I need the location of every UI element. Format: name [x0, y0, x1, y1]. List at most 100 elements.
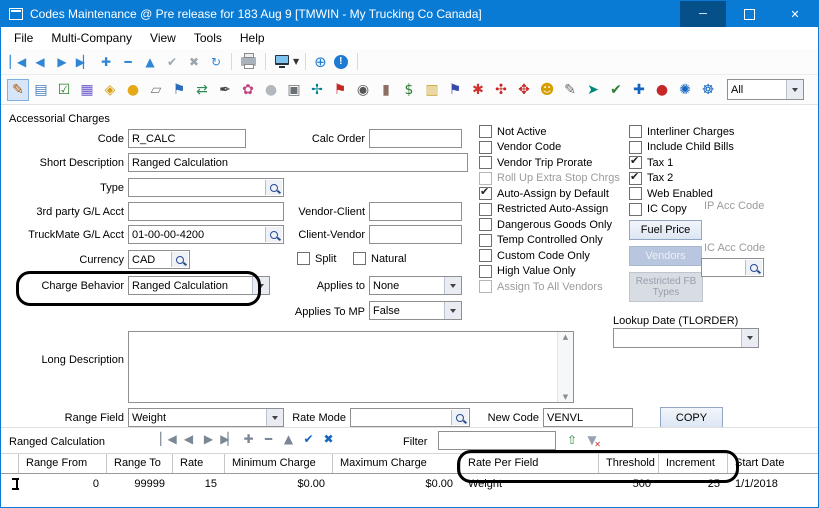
workstation-icon[interactable] — [275, 55, 289, 65]
grid-column-range-to[interactable]: Range To — [107, 454, 173, 473]
detail-last-icon[interactable]: ▶▏ — [218, 430, 237, 448]
copy-button[interactable]: COPY — [660, 407, 723, 428]
cell-increment[interactable]: 25 — [659, 478, 728, 490]
third-party-gl-input[interactable] — [129, 203, 283, 220]
cell-start-date[interactable]: 1/1/2018 — [728, 478, 819, 490]
maximize-button[interactable] — [726, 1, 772, 27]
barrel-icon[interactable]: ▮ — [375, 79, 397, 101]
plug-icon[interactable]: ✢ — [306, 79, 328, 101]
fan-icon[interactable]: ✺ — [674, 79, 696, 101]
calc-order-input[interactable] — [370, 130, 461, 147]
filter-apply-icon[interactable]: ⇧ — [563, 431, 581, 449]
cell-rate[interactable]: 15 — [173, 478, 225, 490]
codes-edit-icon[interactable]: ✎ — [7, 79, 29, 101]
currency-lookup-button[interactable] — [171, 252, 188, 267]
charge-behavior-select[interactable]: Ranged Calculation — [128, 276, 270, 295]
nav-next-icon[interactable]: ▶ — [51, 52, 71, 72]
scrollbar[interactable]: ▲ ▼ — [557, 332, 573, 402]
type-lookup-button[interactable] — [265, 180, 282, 195]
checkbox-tax-1[interactable]: Tax 1 — [629, 156, 734, 169]
range-field-select[interactable]: Weight — [128, 408, 284, 427]
calc-order-field[interactable] — [369, 129, 462, 148]
coin-icon[interactable]: ● — [122, 79, 144, 101]
chevron-down-icon[interactable] — [741, 329, 758, 347]
scroll-down-icon[interactable]: ▼ — [563, 393, 568, 401]
rate-mode-field[interactable] — [350, 408, 470, 427]
flag-red-icon[interactable]: ⚑ — [329, 79, 351, 101]
flag-navy-icon[interactable]: ⚑ — [444, 79, 466, 101]
flag-blue-icon[interactable]: ⚑ — [168, 79, 190, 101]
checkbox-temp-controlled-only[interactable]: Temp Controlled Only — [479, 234, 620, 247]
scroll-up-icon[interactable]: ▲ — [563, 333, 568, 341]
chevron-down-icon[interactable] — [266, 409, 283, 426]
chevron-down-icon[interactable] — [444, 277, 461, 294]
grid-column-rate[interactable]: Rate — [173, 454, 225, 473]
approve-icon[interactable]: ✔ — [605, 79, 627, 101]
chevron-down-icon[interactable] — [444, 302, 461, 319]
type-input[interactable] — [129, 179, 283, 196]
money-icon[interactable]: ▥ — [421, 79, 443, 101]
truckmate-gl-input[interactable] — [129, 226, 283, 243]
vendors-button[interactable]: Vendors — [629, 246, 702, 266]
checkbox-natural[interactable]: Natural — [353, 252, 406, 265]
checkbox-high-value-only[interactable]: High Value Only — [479, 265, 620, 278]
nav-prior-icon[interactable]: ◀ — [29, 52, 49, 72]
checkbox-include-child-bills[interactable]: Include Child Bills — [629, 141, 734, 154]
type-field[interactable] — [128, 178, 284, 197]
camera-icon[interactable]: ◉ — [352, 79, 374, 101]
checkbox-auto-assign-default[interactable]: Auto-Assign by Default — [479, 187, 620, 200]
copy-page-icon[interactable]: ▱ — [145, 79, 167, 101]
detail-post-icon[interactable]: ✔ — [298, 430, 317, 448]
detail-delete-icon[interactable]: ━ — [258, 430, 277, 448]
alarm-icon[interactable]: ◈ — [99, 79, 121, 101]
lookup-date-select[interactable] — [613, 328, 759, 348]
notes-icon[interactable]: ▤ — [30, 79, 52, 101]
grid-column-maximum-charge[interactable]: Maximum Charge — [333, 454, 461, 473]
filter-clear-icon[interactable]: ▼ ✕ — [583, 431, 601, 449]
ic-acc-code-lookup-button[interactable] — [745, 260, 762, 275]
checklist-icon[interactable]: ☑ — [53, 79, 75, 101]
code-field[interactable] — [128, 129, 246, 148]
menu-file[interactable]: File — [5, 31, 42, 45]
delete-record-icon[interactable]: ━ — [117, 52, 137, 72]
checkbox-assign-all-vendors[interactable]: Assign To All Vendors — [479, 280, 620, 293]
detail-first-icon[interactable]: ▏◀ — [158, 430, 177, 448]
edit-record-icon[interactable]: ▲ — [139, 52, 159, 72]
checkbox-roll-up-extra-stop[interactable]: Roll Up Extra Stop Chrgs — [479, 172, 620, 185]
detail-edit-icon[interactable]: ▲ — [278, 430, 297, 448]
third-party-gl-field[interactable] — [128, 202, 284, 221]
dollar-icon[interactable]: $ — [398, 79, 420, 101]
workstation-dropdown-icon[interactable]: ▼ — [293, 57, 299, 66]
grid-column-increment[interactable]: Increment — [659, 454, 728, 473]
truckmate-gl-field[interactable] — [128, 225, 284, 244]
menu-multi-company[interactable]: Multi-Company — [42, 31, 141, 45]
checkbox-restricted-auto-assign[interactable]: Restricted Auto-Assign — [479, 203, 620, 216]
restricted-fb-types-button[interactable]: Restricted FB Types — [629, 272, 703, 302]
refresh-icon[interactable]: ↻ — [205, 52, 225, 72]
menu-view[interactable]: View — [141, 31, 185, 45]
car-icon[interactable]: ● — [651, 79, 673, 101]
grid-column-rate-per-field[interactable]: Rate Per Field — [461, 454, 599, 473]
client-vendor-field[interactable] — [369, 225, 462, 244]
insert-record-icon[interactable]: ✚ — [95, 52, 115, 72]
new-code-field[interactable] — [543, 408, 633, 427]
grid-row[interactable]: 0 99999 15 $0.00 $0.00 Weight 500 25 1/1… — [1, 474, 819, 493]
long-description-field[interactable]: ▲ ▼ — [128, 331, 574, 403]
wheel-icon[interactable]: ☸ — [697, 79, 719, 101]
checkbox-dangerous-goods-only[interactable]: Dangerous Goods Only — [479, 218, 620, 231]
minimize-button[interactable]: ─ — [680, 1, 726, 27]
code-input[interactable] — [129, 130, 245, 147]
ic-acc-code-field[interactable] — [701, 258, 764, 277]
checkbox-custom-code-only[interactable]: Custom Code Only — [479, 249, 620, 262]
nav-first-icon[interactable]: ▏◀ — [7, 52, 27, 72]
checkbox-interliner-charges[interactable]: Interliner Charges — [629, 125, 734, 138]
ribbon-icon[interactable]: ✿ — [237, 79, 259, 101]
chevron-down-icon[interactable] — [786, 80, 803, 99]
edit-doc-icon[interactable]: ✎ — [559, 79, 581, 101]
rate-mode-lookup-button[interactable] — [451, 410, 468, 425]
applies-to-select[interactable]: None — [369, 276, 462, 295]
grid-column-minimum-charge[interactable]: Minimum Charge — [225, 454, 333, 473]
grid-column-threshold[interactable]: Threshold — [599, 454, 659, 473]
checkbox-vendor-trip-prorate[interactable]: Vendor Trip Prorate — [479, 156, 620, 169]
short-description-field[interactable] — [128, 153, 468, 172]
